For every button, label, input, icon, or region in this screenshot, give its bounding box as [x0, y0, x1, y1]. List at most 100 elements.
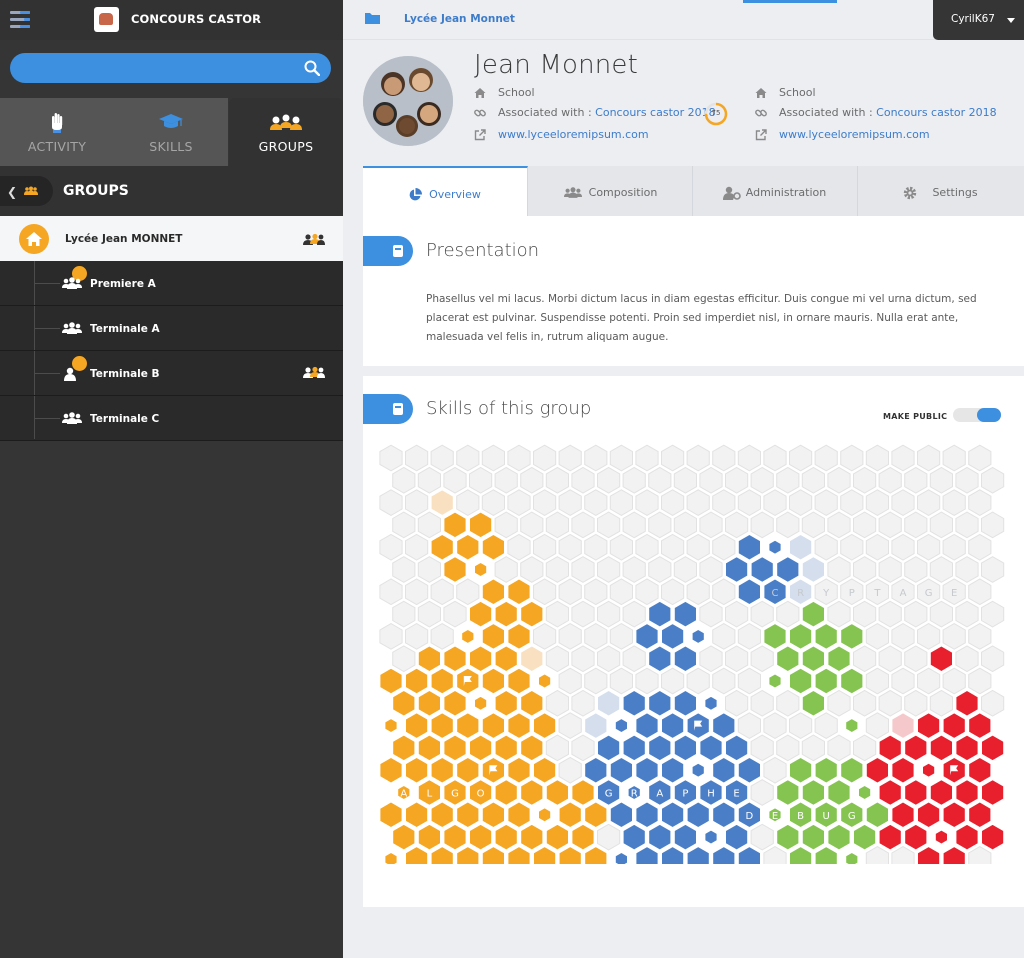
skill-hex[interactable] — [507, 712, 531, 739]
skill-hex[interactable] — [763, 712, 787, 739]
skill-hex[interactable] — [686, 801, 710, 829]
skill-hex[interactable] — [827, 734, 851, 762]
skill-hex[interactable] — [942, 846, 966, 864]
skill-hex[interactable] — [571, 466, 595, 494]
skill-hex[interactable] — [917, 489, 941, 516]
skill-hex[interactable] — [384, 851, 398, 864]
skill-hex[interactable] — [673, 689, 697, 717]
skill-hex[interactable] — [481, 489, 505, 516]
skill-hex[interactable] — [776, 645, 800, 673]
skill-hex[interactable] — [545, 511, 569, 539]
search-bar[interactable] — [10, 53, 331, 83]
skill-hex[interactable] — [917, 623, 941, 650]
skill-hex[interactable] — [494, 511, 518, 539]
skill-hex[interactable] — [891, 846, 915, 864]
skill-hex[interactable] — [622, 600, 646, 628]
skill-hex[interactable] — [699, 466, 723, 494]
group-item-terminale-a[interactable]: Terminale A — [0, 306, 343, 351]
skill-hex[interactable] — [878, 779, 902, 806]
skill-hex[interactable] — [904, 600, 928, 628]
skill-hex[interactable] — [955, 689, 979, 717]
skill-hex[interactable] — [904, 556, 928, 583]
skill-hex[interactable] — [609, 578, 633, 606]
skill-hex[interactable] — [865, 489, 889, 516]
skill-hex[interactable] — [379, 667, 403, 695]
skill-hex[interactable] — [597, 466, 621, 494]
skill-hex[interactable] — [384, 718, 398, 734]
skill-hex[interactable] — [737, 846, 761, 864]
skill-hex[interactable] — [379, 533, 403, 561]
skill-hex[interactable] — [597, 823, 621, 851]
skill-hex[interactable] — [789, 623, 813, 650]
group-item-premiere-a[interactable]: Premiere A — [0, 261, 343, 306]
skill-hex[interactable] — [712, 444, 736, 472]
skill-hex[interactable] — [763, 846, 787, 864]
skill-hex[interactable] — [507, 667, 531, 695]
skill-hex[interactable] — [853, 689, 877, 717]
website-link[interactable]: www.lyceeloremipsum.com — [779, 128, 930, 141]
skill-hex[interactable] — [474, 695, 488, 711]
skill-hex[interactable] — [750, 734, 774, 762]
skill-hex[interactable] — [691, 762, 705, 778]
skill-hex[interactable] — [507, 489, 531, 516]
skill-hex[interactable] — [737, 444, 761, 472]
skill-hex[interactable] — [704, 829, 718, 845]
skill-hex[interactable] — [584, 712, 608, 739]
skill-hex[interactable] — [392, 734, 416, 762]
skill-hex[interactable] — [379, 578, 403, 606]
skill-hex[interactable] — [801, 556, 825, 583]
school-row[interactable]: Lycée Jean MONNET — [0, 216, 343, 261]
search-input[interactable] — [24, 53, 294, 83]
skill-hex[interactable] — [456, 489, 480, 516]
skill-hex[interactable] — [507, 756, 531, 784]
breadcrumb[interactable]: Lycée Jean Monnet — [404, 13, 515, 25]
skill-hex[interactable] — [673, 466, 697, 494]
skill-hex[interactable] — [571, 511, 595, 539]
skill-hex[interactable] — [661, 444, 685, 472]
skill-hex[interactable] — [840, 533, 864, 561]
skill-hex[interactable] — [392, 645, 416, 673]
skill-hex[interactable] — [891, 444, 915, 472]
skill-hex[interactable] — [635, 444, 659, 472]
skill-hex[interactable] — [443, 823, 467, 851]
skills-hex-map[interactable]: A L G O G R A P H ED E B U GC R Y P T A G E — [379, 444, 1009, 864]
skill-hex[interactable] — [686, 444, 710, 472]
skill-hex[interactable] — [917, 533, 941, 561]
skill-hex[interactable] — [827, 779, 851, 806]
skill-hex[interactable] — [648, 556, 672, 583]
skill-hex[interactable] — [609, 444, 633, 472]
skill-hex[interactable] — [661, 756, 685, 784]
skill-hex[interactable] — [699, 556, 723, 583]
skill-hex[interactable] — [430, 533, 454, 561]
skill-hex[interactable] — [968, 667, 992, 695]
skill-hex[interactable] — [469, 600, 493, 628]
skill-hex[interactable] — [430, 623, 454, 650]
skill-hex[interactable] — [520, 689, 544, 717]
skill-hex[interactable] — [507, 846, 531, 864]
skill-hex[interactable] — [929, 556, 953, 583]
skill-hex[interactable] — [417, 645, 441, 673]
skill-hex[interactable] — [481, 667, 505, 695]
skill-hex[interactable] — [725, 689, 749, 717]
skill-hex[interactable] — [533, 623, 557, 650]
skill-hex[interactable] — [622, 466, 646, 494]
skill-hex[interactable] — [558, 533, 582, 561]
skill-hex[interactable] — [571, 600, 595, 628]
skill-hex[interactable] — [942, 444, 966, 472]
skill-hex[interactable] — [494, 556, 518, 583]
skill-hex[interactable] — [840, 489, 864, 516]
skill-hex[interactable] — [597, 689, 621, 717]
skill-hex[interactable] — [533, 533, 557, 561]
skill-hex[interactable] — [776, 511, 800, 539]
skill-hex[interactable] — [827, 556, 851, 583]
skill-hex[interactable] — [878, 823, 902, 851]
skill-hex[interactable] — [379, 801, 403, 829]
skill-hex[interactable] — [417, 734, 441, 762]
skill-hex[interactable] — [494, 689, 518, 717]
skill-hex[interactable] — [858, 784, 872, 801]
skill-hex[interactable] — [814, 667, 838, 695]
association-link[interactable]: Concours castor 2018 — [595, 106, 715, 119]
skill-hex[interactable] — [392, 823, 416, 851]
skill-hex[interactable] — [392, 556, 416, 583]
skill-hex[interactable] — [417, 511, 441, 539]
